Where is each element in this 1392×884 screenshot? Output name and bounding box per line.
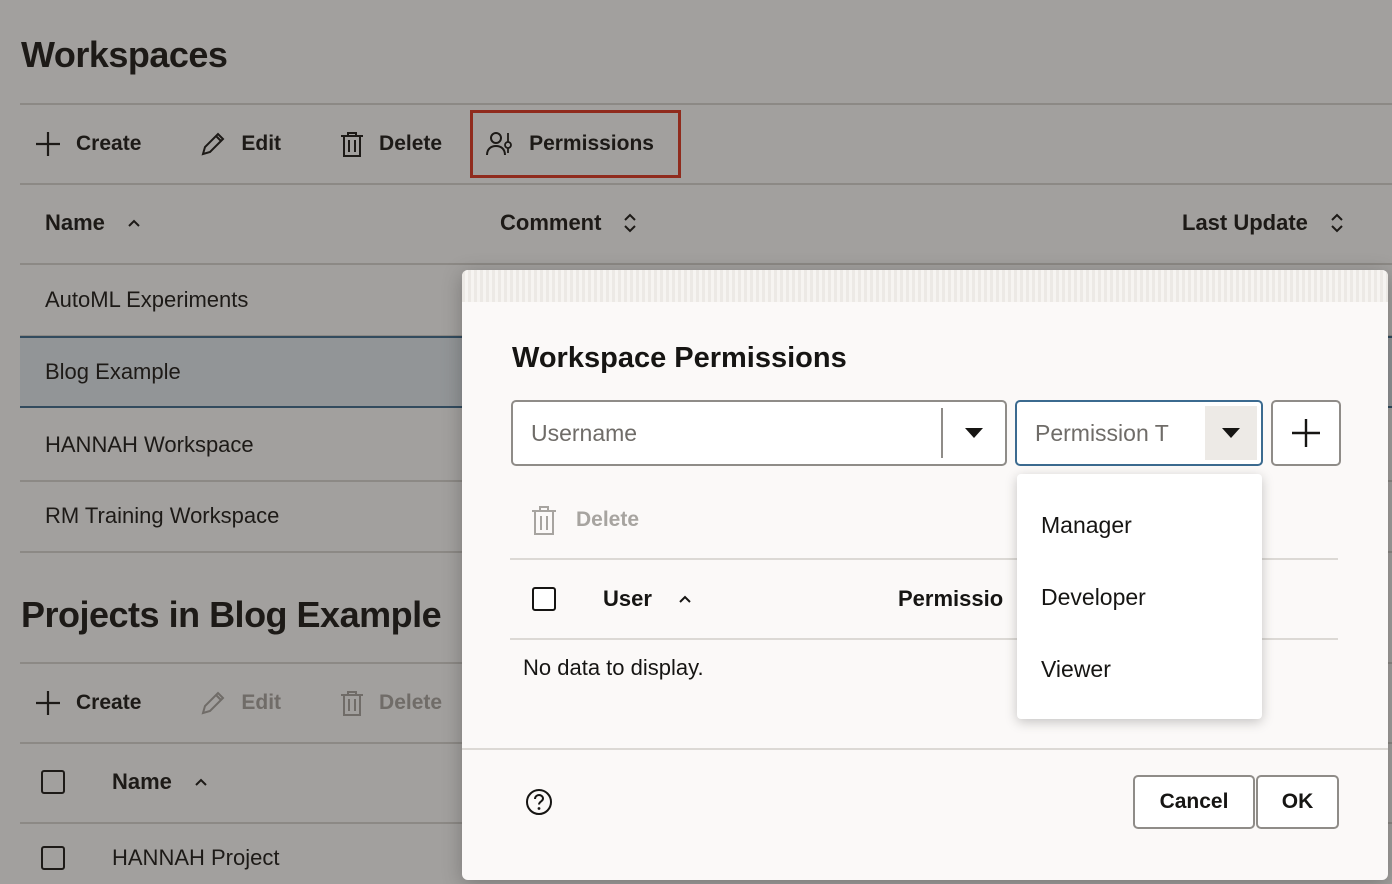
sort-ascending-icon bbox=[679, 595, 691, 603]
cancel-button[interactable]: Cancel bbox=[1133, 775, 1255, 829]
menu-item-developer[interactable]: Developer bbox=[1041, 584, 1146, 611]
dialog-title: Workspace Permissions bbox=[512, 342, 847, 374]
username-combobox[interactable]: Username bbox=[511, 400, 1007, 466]
menu-item-manager[interactable]: Manager bbox=[1041, 512, 1132, 539]
empty-table-message: No data to display. bbox=[523, 655, 704, 680]
plus-icon bbox=[1292, 419, 1320, 447]
permission-type-menu: Manager Developer Viewer bbox=[1017, 474, 1262, 719]
help-icon[interactable] bbox=[525, 788, 553, 821]
delete-permission-button[interactable]: Delete bbox=[530, 504, 639, 536]
footer-divider bbox=[462, 748, 1388, 750]
delete-label: Delete bbox=[576, 508, 640, 531]
caret-down-icon bbox=[1222, 428, 1240, 438]
permission-dropdown-button[interactable] bbox=[1205, 406, 1257, 460]
menu-item-viewer[interactable]: Viewer bbox=[1041, 656, 1111, 683]
username-dropdown-button[interactable] bbox=[943, 402, 1005, 464]
caret-down-icon bbox=[965, 428, 983, 438]
add-permission-button[interactable] bbox=[1271, 400, 1341, 466]
select-all-checkbox[interactable] bbox=[532, 587, 556, 611]
column-user-label: User bbox=[603, 586, 652, 611]
permission-type-select[interactable]: Permission T bbox=[1015, 400, 1263, 466]
permission-type-placeholder: Permission T bbox=[1035, 419, 1169, 446]
column-header-permission[interactable]: Permissio bbox=[898, 586, 1003, 612]
dialog-header-decoration bbox=[462, 270, 1388, 302]
column-permission-label: Permissio bbox=[898, 586, 1004, 611]
ok-button[interactable]: OK bbox=[1256, 775, 1339, 829]
trash-icon bbox=[532, 506, 556, 535]
column-header-user[interactable]: User bbox=[603, 586, 692, 612]
username-placeholder: Username bbox=[531, 419, 638, 446]
